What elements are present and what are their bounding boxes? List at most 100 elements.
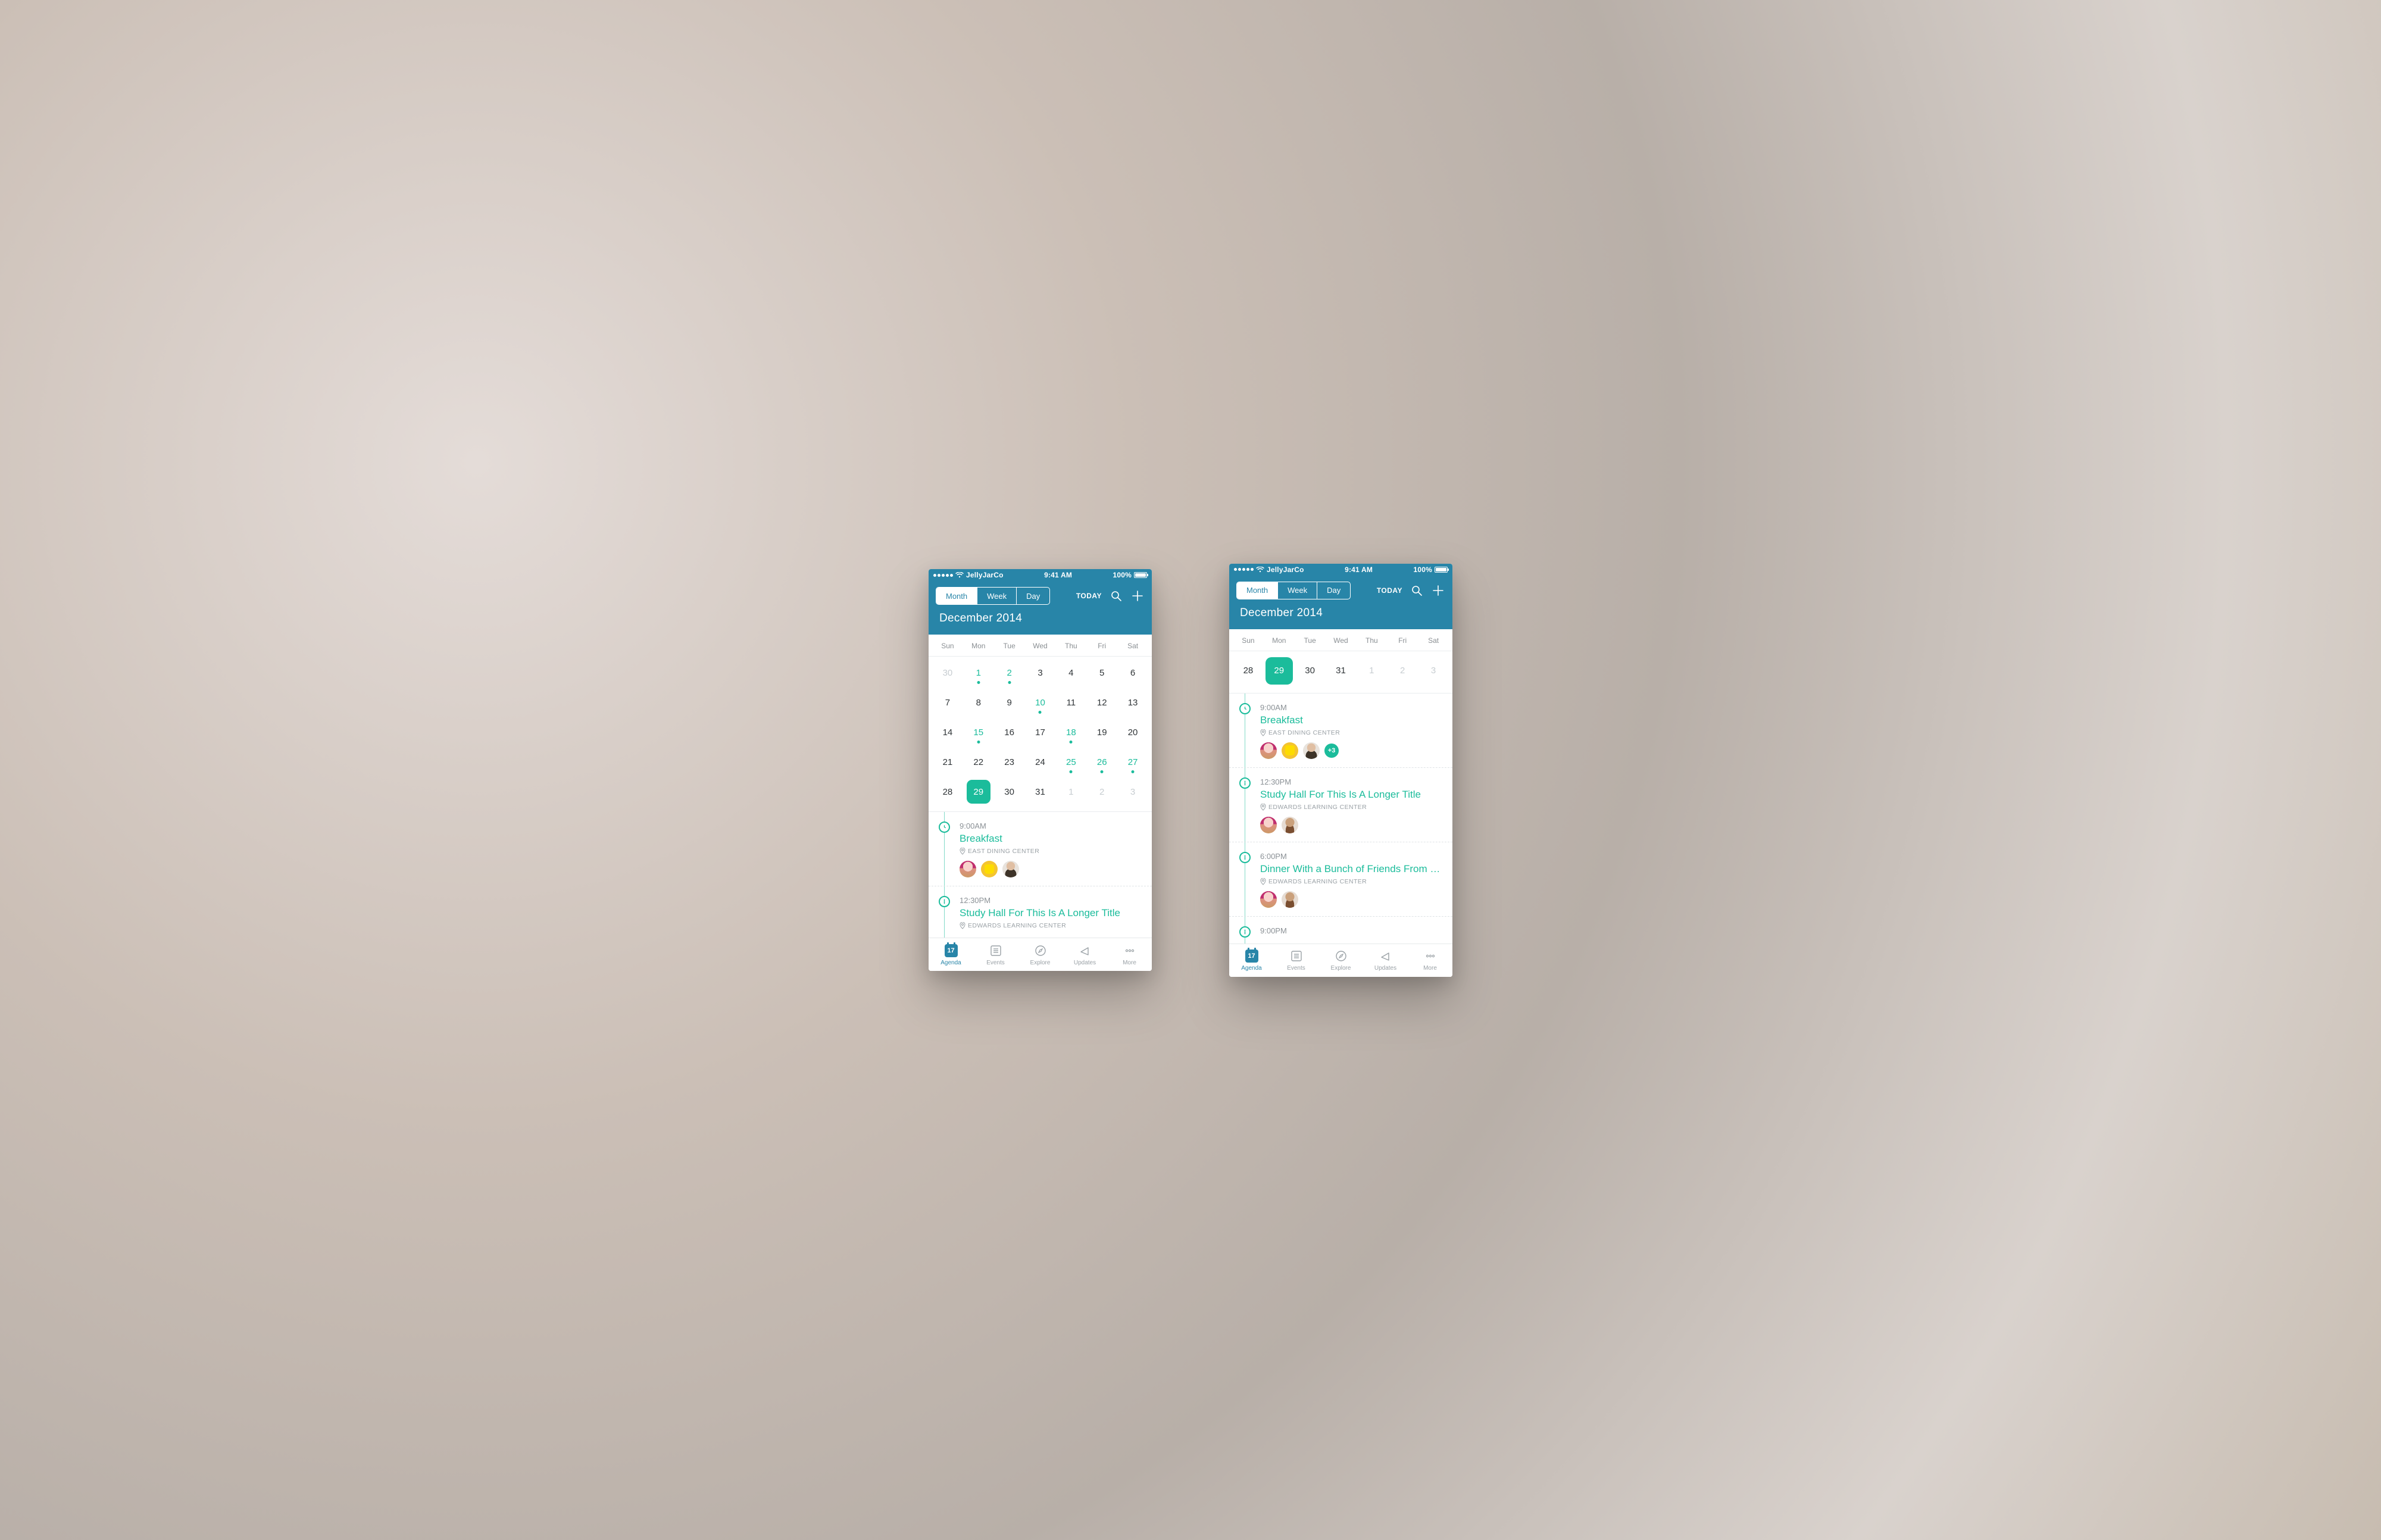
avatar[interactable]: [1303, 742, 1320, 759]
event-title: Study Hall For This Is A Longer Title: [960, 907, 1141, 919]
day-cell[interactable]: 26: [1086, 747, 1117, 777]
day-number: 20: [1128, 727, 1138, 738]
day-cell[interactable]: 21: [932, 747, 963, 777]
tab-label: Agenda: [1241, 965, 1261, 972]
add-icon[interactable]: [1130, 589, 1145, 603]
today-button[interactable]: TODAY: [1076, 592, 1102, 600]
avatar[interactable]: [1282, 891, 1298, 908]
day-cell[interactable]: 24: [1025, 747, 1056, 777]
day-cell[interactable]: 17: [1025, 717, 1056, 747]
day-cell[interactable]: 30: [932, 658, 963, 688]
day-cell[interactable]: 1: [1055, 777, 1086, 807]
avatar[interactable]: [960, 861, 976, 877]
day-cell[interactable]: 6: [1117, 658, 1148, 688]
tab-more[interactable]: More: [1107, 938, 1152, 971]
day-cell[interactable]: 28: [932, 777, 963, 807]
day-cell[interactable]: 20: [1117, 717, 1148, 747]
day-cell[interactable]: 19: [1086, 717, 1117, 747]
day-number: 28: [943, 787, 953, 797]
day-number: 1: [976, 668, 981, 678]
today-button[interactable]: TODAY: [1377, 586, 1402, 595]
day-cell[interactable]: 9: [994, 688, 1025, 717]
day-cell[interactable]: 2: [1387, 655, 1418, 687]
week-row: 2122232425 26 27: [932, 747, 1148, 777]
search-icon[interactable]: [1410, 583, 1424, 598]
segment-day[interactable]: Day: [1017, 588, 1049, 604]
day-cell[interactable]: 25: [1055, 747, 1086, 777]
day-cell[interactable]: 12: [1086, 688, 1117, 717]
avatar[interactable]: [1282, 742, 1298, 759]
more-attendees-badge[interactable]: +3: [1324, 744, 1339, 758]
tab-explore[interactable]: Explore: [1018, 938, 1063, 971]
tab-updates[interactable]: Updates: [1363, 944, 1408, 977]
agenda-item[interactable]: 9:00PM: [1229, 917, 1452, 944]
day-cell[interactable]: 1: [1356, 655, 1387, 687]
carrier-label: JellyJarCo: [966, 571, 1004, 579]
day-cell[interactable]: 16: [994, 717, 1025, 747]
day-number: 17: [1035, 727, 1045, 738]
agenda-item[interactable]: 6:00PMDinner With a Bunch of Friends Fro…: [1229, 842, 1452, 917]
segment-day[interactable]: Day: [1317, 582, 1350, 599]
avatar[interactable]: [1002, 861, 1019, 877]
day-cell[interactable]: 3: [1117, 777, 1148, 807]
day-cell[interactable]: 4: [1055, 658, 1086, 688]
day-cell[interactable]: 2: [1086, 777, 1117, 807]
tab-agenda[interactable]: 17 Agenda: [929, 938, 973, 971]
day-number: 8: [976, 698, 981, 708]
agenda-list[interactable]: 9:00AMBreakfastEAST DINING CENTER+312:30…: [1229, 694, 1452, 944]
day-cell[interactable]: 30: [994, 777, 1025, 807]
day-cell[interactable]: 27: [1117, 747, 1148, 777]
search-icon[interactable]: [1109, 589, 1123, 603]
avatar[interactable]: [1260, 742, 1277, 759]
day-cell[interactable]: 31: [1326, 655, 1357, 687]
avatar[interactable]: [1260, 891, 1277, 908]
day-cell[interactable]: 22: [963, 747, 994, 777]
segment-week[interactable]: Week: [1278, 582, 1317, 599]
segment-month[interactable]: Month: [1237, 582, 1278, 599]
month-title: December 2014: [1229, 604, 1452, 629]
avatar[interactable]: [1282, 817, 1298, 833]
agenda-item[interactable]: 12:30PMStudy Hall For This Is A Longer T…: [929, 886, 1152, 938]
tab-events[interactable]: Events: [1274, 944, 1318, 977]
tab-agenda[interactable]: 17 Agenda: [1229, 944, 1274, 977]
calendar-chip-icon: 17: [1245, 949, 1258, 963]
day-cell[interactable]: 7: [932, 688, 963, 717]
day-cell[interactable]: 11: [1055, 688, 1086, 717]
avatar[interactable]: [1260, 817, 1277, 833]
day-cell[interactable]: 13: [1117, 688, 1148, 717]
tab-explore[interactable]: Explore: [1318, 944, 1363, 977]
day-cell[interactable]: 3: [1025, 658, 1056, 688]
avatar[interactable]: [981, 861, 998, 877]
day-cell[interactable]: 1: [963, 658, 994, 688]
day-cell[interactable]: 31: [1025, 777, 1056, 807]
agenda-item[interactable]: 9:00AMBreakfastEAST DINING CENTER+3: [1229, 694, 1452, 768]
tab-events[interactable]: Events: [973, 938, 1018, 971]
agenda-item[interactable]: 12:30PMStudy Hall For This Is A Longer T…: [1229, 768, 1452, 842]
day-cell[interactable]: 18: [1055, 717, 1086, 747]
day-cell[interactable]: 2: [994, 658, 1025, 688]
add-icon[interactable]: [1431, 583, 1445, 598]
segment-month[interactable]: Month: [936, 588, 977, 604]
day-cell[interactable]: 15: [963, 717, 994, 747]
day-cell[interactable]: 14: [932, 717, 963, 747]
compass-icon: [1334, 949, 1348, 963]
day-cell[interactable]: 3: [1418, 655, 1449, 687]
agenda-list[interactable]: 9:00AMBreakfastEAST DINING CENTER12:30PM…: [929, 812, 1152, 938]
day-cell[interactable]: 29: [1264, 655, 1295, 687]
battery-icon: [1134, 572, 1147, 578]
day-cell[interactable]: 28: [1233, 655, 1264, 687]
weekday-label: Thu: [1356, 636, 1387, 645]
event-location: EAST DINING CENTER: [1260, 729, 1442, 736]
tab-more[interactable]: More: [1408, 944, 1452, 977]
tab-label: Agenda: [940, 960, 961, 966]
day-cell[interactable]: 10: [1025, 688, 1056, 717]
day-cell[interactable]: 23: [994, 747, 1025, 777]
day-number: 26: [1097, 757, 1107, 767]
day-cell[interactable]: 29: [963, 777, 994, 807]
day-cell[interactable]: 30: [1295, 655, 1326, 687]
agenda-item[interactable]: 9:00AMBreakfastEAST DINING CENTER: [929, 812, 1152, 886]
day-cell[interactable]: 8: [963, 688, 994, 717]
segment-week[interactable]: Week: [977, 588, 1017, 604]
day-cell[interactable]: 5: [1086, 658, 1117, 688]
tab-updates[interactable]: Updates: [1063, 938, 1107, 971]
